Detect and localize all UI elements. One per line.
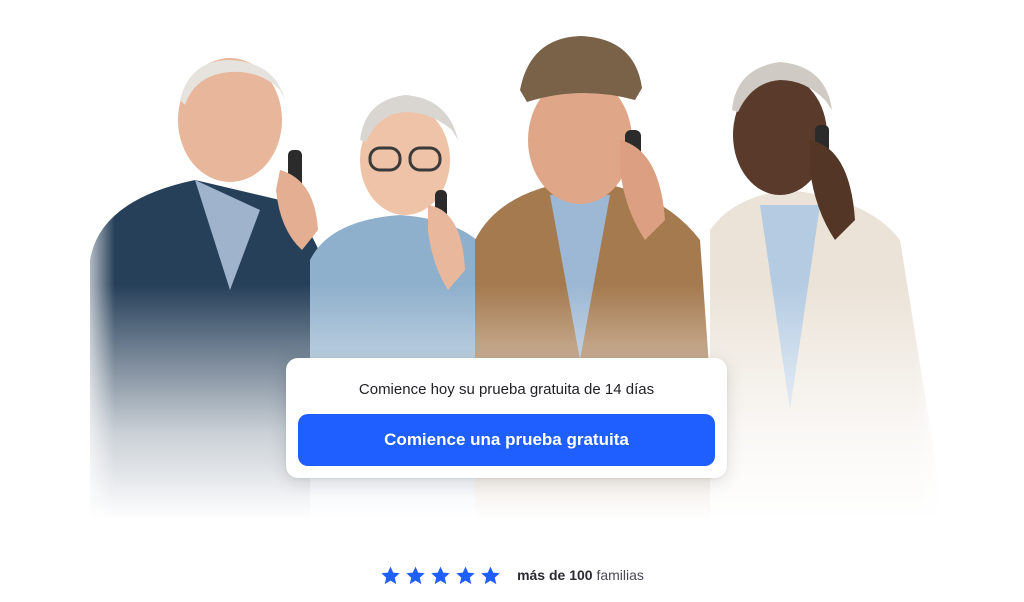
rating-strong-text: más de 100: [517, 567, 593, 583]
star-icon: [481, 566, 500, 584]
start-free-trial-button[interactable]: Comience una prueba gratuita: [298, 414, 715, 466]
star-icon: [431, 566, 450, 584]
star-icon: [456, 566, 475, 584]
cta-text: Comience hoy su prueba gratuita de 14 dí…: [358, 381, 655, 398]
cta-card: Comience hoy su prueba gratuita de 14 dí…: [286, 358, 727, 478]
star-icon: [406, 566, 425, 584]
star-icon: [381, 566, 400, 584]
rating-suffix-text: familias: [592, 567, 644, 583]
rating-text: más de 100 familias: [517, 567, 644, 583]
rating: más de 100 familias: [0, 563, 1024, 587]
star-rating: [380, 565, 501, 586]
